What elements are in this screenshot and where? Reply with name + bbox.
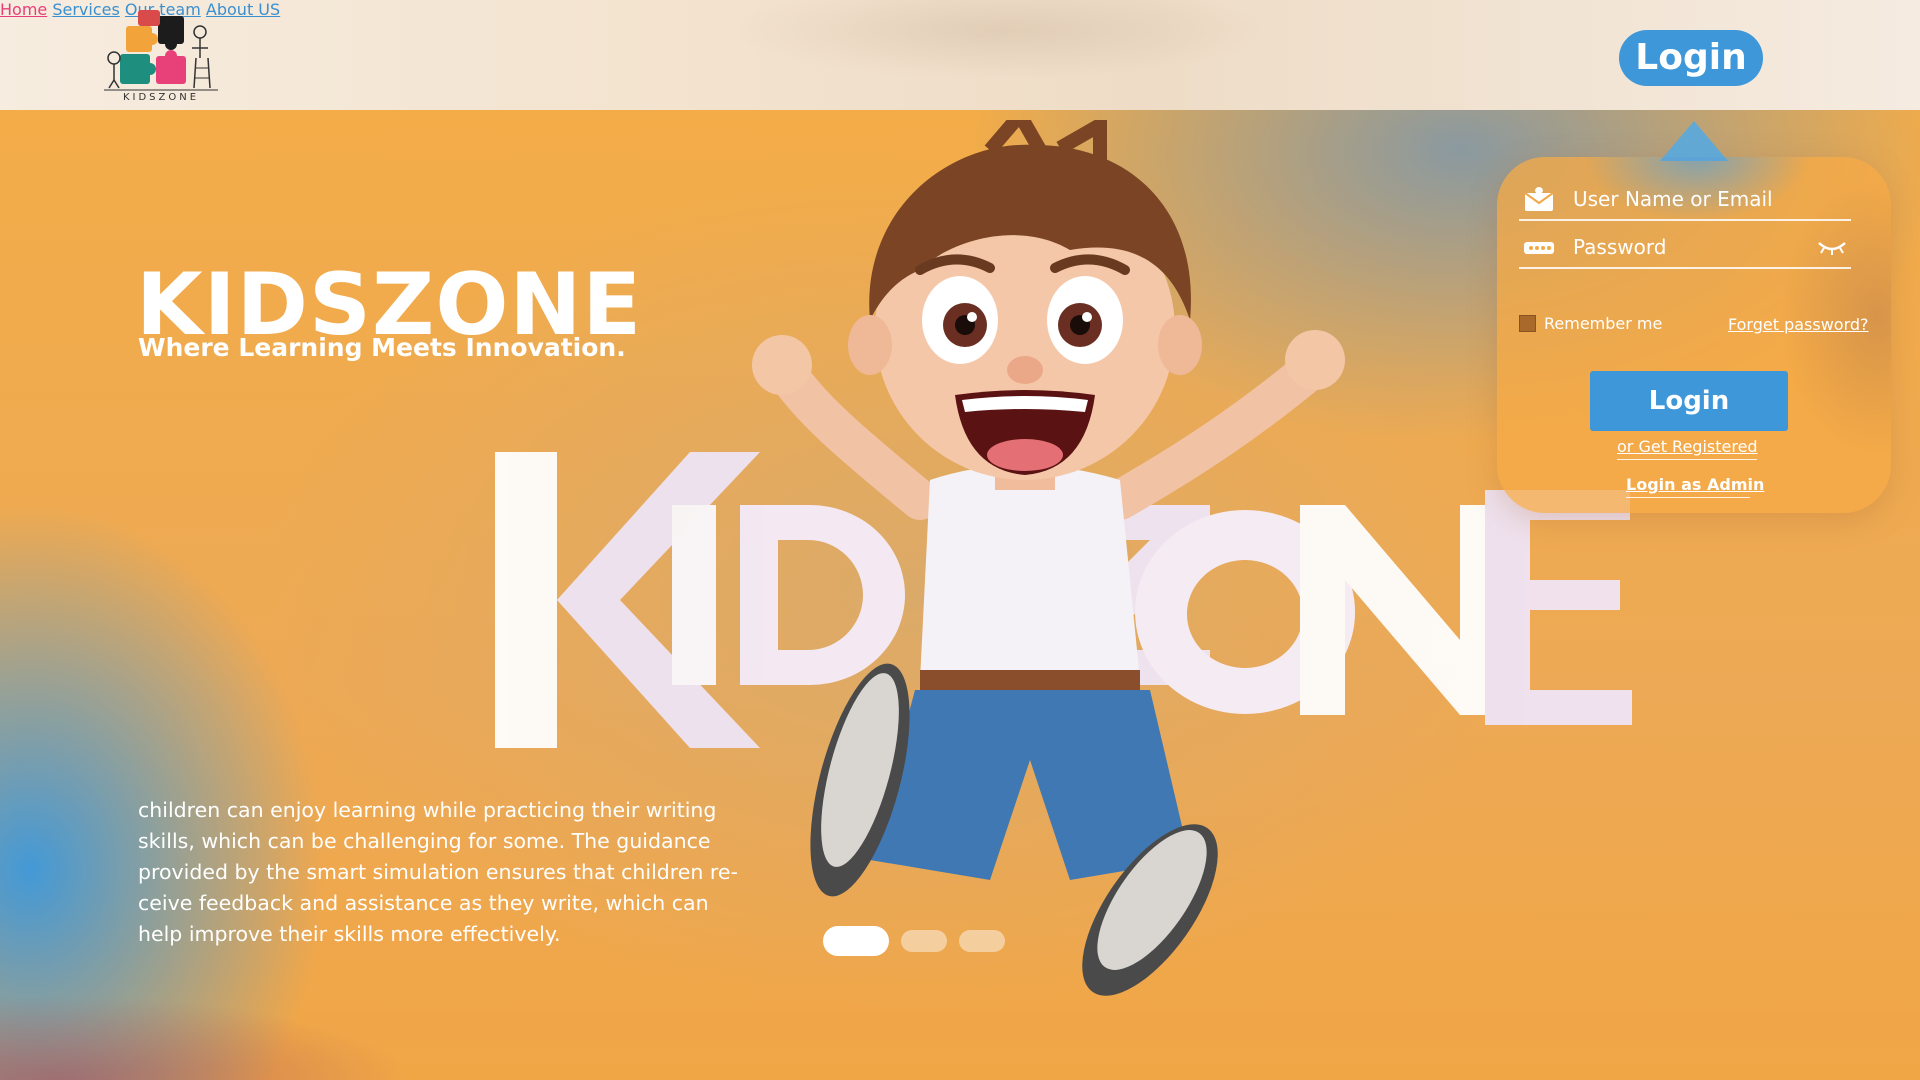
password-field[interactable]: Password bbox=[1519, 229, 1851, 269]
username-placeholder: User Name or Email bbox=[1573, 187, 1773, 211]
remember-checkbox[interactable] bbox=[1519, 315, 1536, 332]
register-link[interactable]: or Get Registered bbox=[1617, 437, 1758, 460]
remember-me[interactable]: Remember me bbox=[1519, 314, 1662, 333]
login-submit-button[interactable]: Login bbox=[1590, 371, 1788, 431]
nav-home[interactable]: Home bbox=[0, 0, 47, 19]
hero-description: children can enjoy learning while practi… bbox=[138, 798, 738, 946]
top-header: KIDSZONE Home Services Our team About US… bbox=[0, 0, 1920, 110]
username-field[interactable]: User Name or Email bbox=[1519, 181, 1851, 221]
slider-dot-2[interactable] bbox=[901, 930, 947, 952]
envelope-icon bbox=[1523, 185, 1555, 217]
cartoon-kid-illustration bbox=[752, 120, 1345, 996]
main-nav: Home Services Our team About US bbox=[0, 0, 1920, 19]
eye-closed-icon[interactable] bbox=[1817, 239, 1847, 261]
header-login-button[interactable]: Login bbox=[1619, 30, 1763, 86]
remember-label: Remember me bbox=[1544, 314, 1663, 333]
admin-login-link[interactable]: Login as Admin bbox=[1626, 475, 1764, 498]
slider-dots bbox=[823, 926, 1005, 956]
password-dots-icon bbox=[1523, 233, 1555, 265]
kidszone-logo[interactable]: KIDSZONE bbox=[100, 8, 222, 106]
login-popover: User Name or Email Password Remember me … bbox=[1497, 121, 1891, 513]
logo-wordmark: KIDSZONE bbox=[122, 92, 200, 103]
password-placeholder: Password bbox=[1573, 235, 1667, 259]
slider-dot-3[interactable] bbox=[959, 930, 1005, 952]
hero-subtitle: Where Learning Meets Innovation. bbox=[138, 333, 626, 362]
forgot-password-link[interactable]: Forget password? bbox=[1728, 315, 1869, 334]
slider-dot-1[interactable] bbox=[823, 926, 889, 956]
